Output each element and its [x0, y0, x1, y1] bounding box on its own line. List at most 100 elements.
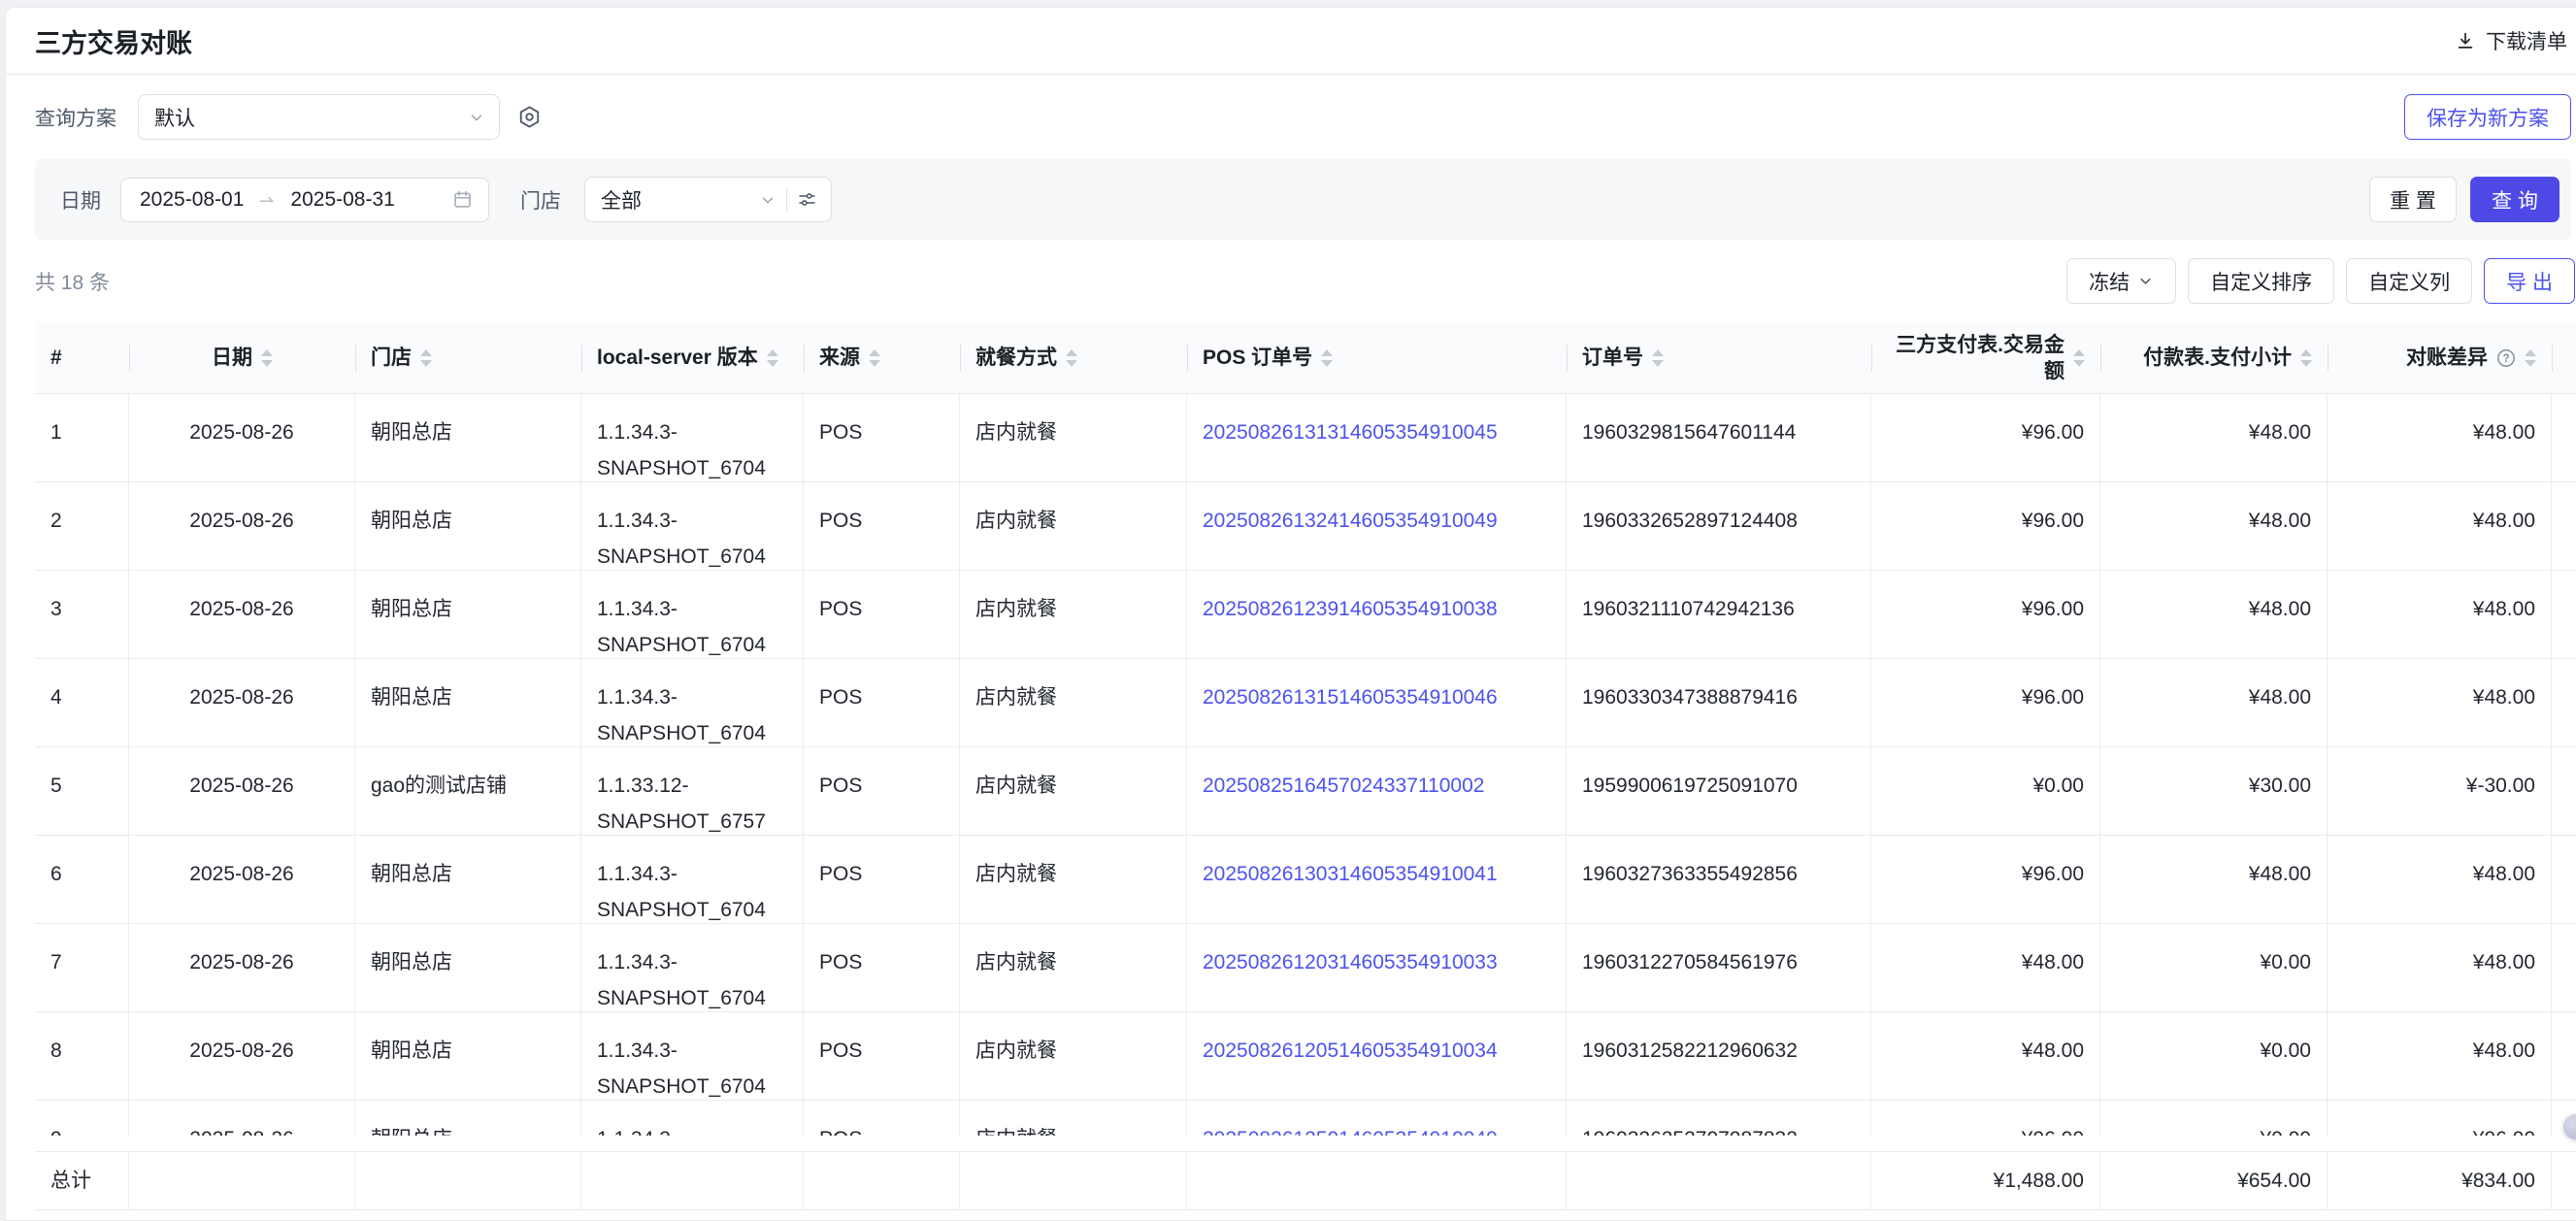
cell-third_party_amount: ¥48.00 — [1871, 1012, 2100, 1100]
column-header-payment_subtotal[interactable]: 付款表.支付小计 — [2100, 322, 2328, 393]
cell-order_no: 1960330347388879416 — [1567, 659, 1871, 746]
cell-payment_subtotal: ¥48.00 — [2100, 836, 2328, 923]
cell-store: gao的测试店铺 — [355, 747, 581, 835]
cell-version: 1.1.34.3-SNAPSHOT_6704 — [581, 836, 804, 923]
cell-payment_subtotal: ¥48.00 — [2100, 482, 2328, 570]
cell-dining: 店内就餐 — [960, 836, 1187, 923]
cell-diff: ¥48.00 — [2328, 394, 2552, 481]
cell-pos_order_no: 20250826131514605354910046 — [1187, 659, 1567, 746]
pos-order-link[interactable]: 20250826131514605354910046 — [1203, 686, 1498, 709]
freeze-button[interactable]: 冻结 — [2066, 258, 2176, 304]
cell-payment_subtotal: ¥30.00 — [2100, 747, 2328, 835]
cell-diff: ¥48.00 — [2328, 836, 2552, 923]
table-body: 12025-08-26朝阳总店1.1.34.3-SNAPSHOT_6704POS… — [35, 394, 2576, 1136]
cell-source: POS — [804, 482, 960, 570]
column-header-third_party_amount[interactable]: 三方支付表.交易金额 — [1871, 322, 2100, 393]
cell-version: 1.1.34.3-SNAPSHOT_6704 — [581, 571, 804, 658]
column-header-version[interactable]: local-server 版本 — [581, 322, 804, 393]
sort-icon[interactable] — [2300, 349, 2312, 367]
cell-index: 5 — [35, 747, 129, 835]
store-select[interactable]: 全部 — [584, 177, 832, 222]
column-header-dining[interactable]: 就餐方式 — [960, 322, 1187, 393]
filter-bar: 日期 2025-08-01 2025-08-31 门店 全部 — [35, 159, 2571, 240]
cell-store: 朝阳总店 — [355, 394, 581, 481]
calendar-icon — [452, 189, 473, 210]
column-header-diff[interactable]: 对账差异? — [2328, 322, 2552, 393]
cell-version: 1.1.34.3-SNAPSHOT_6704 — [581, 659, 804, 746]
total-payment-subtotal: ¥654.00 — [2100, 1152, 2328, 1209]
pos-order-link[interactable]: 20250826123914605354910038 — [1203, 598, 1498, 620]
table-row: 22025-08-26朝阳总店1.1.34.3-SNAPSHOT_6704POS… — [35, 482, 2576, 571]
pos-order-link[interactable]: 20250826130314605354910041 — [1203, 863, 1498, 885]
cell-version: 1.1.34.3-SNAPSHOT_6704 — [581, 1012, 804, 1100]
sort-icon[interactable] — [420, 349, 432, 367]
custom-sort-button[interactable]: 自定义排序 — [2188, 258, 2334, 304]
scheme-select[interactable]: 默认 — [138, 94, 500, 140]
scheme-value: 默认 — [154, 103, 195, 132]
column-header-order_no[interactable]: 订单号 — [1567, 322, 1871, 393]
cell-pos_order_no: 20250826120314605354910033 — [1187, 924, 1567, 1011]
column-header-label: 对账差异 — [2406, 345, 2488, 371]
date-start-value[interactable]: 2025-08-01 — [140, 188, 244, 212]
sort-icon[interactable] — [2073, 349, 2085, 367]
cell-order_no: 1960327363355492856 — [1567, 836, 1871, 923]
download-list-button[interactable]: 下载清单 — [2455, 26, 2567, 55]
date-range-input[interactable]: 2025-08-01 2025-08-31 — [120, 178, 489, 222]
save-scheme-button[interactable]: 保存为新方案 — [2404, 94, 2571, 140]
column-header-store[interactable]: 门店 — [355, 322, 581, 393]
column-header-source[interactable]: 来源 — [804, 322, 960, 393]
column-header-label: # — [50, 345, 62, 371]
cell-version: 1.1.34.3-SNAPSHOT_6704 — [581, 1101, 804, 1136]
pos-order-link[interactable]: 20250826131314605354910045 — [1203, 421, 1498, 444]
column-header-date[interactable]: 日期 — [129, 322, 355, 393]
cell-order_no: 1960312582212960632 — [1567, 1012, 1871, 1100]
pos-order-link[interactable]: 2025082516457024337110002 — [1203, 775, 1484, 797]
cell-third_party_amount: ¥96.00 — [1871, 1101, 2100, 1136]
scheme-label: 查询方案 — [35, 103, 116, 132]
sort-icon[interactable] — [2525, 349, 2536, 367]
cell-pos_order_no: 20250826130314605354910041 — [1187, 836, 1567, 923]
arrow-right-icon — [257, 190, 277, 210]
cell-version: 1.1.34.3-SNAPSHOT_6704 — [581, 394, 804, 481]
gear-icon[interactable] — [517, 105, 542, 129]
cell-source: POS — [804, 394, 960, 481]
cell-source: POS — [804, 747, 960, 835]
help-icon[interactable]: ? — [2496, 348, 2516, 368]
sort-icon[interactable] — [869, 349, 880, 367]
sort-icon[interactable] — [767, 349, 778, 367]
table-row: 92025-08-26朝阳总店1.1.34.3-SNAPSHOT_6704POS… — [35, 1101, 2576, 1136]
column-header-label: 来源 — [819, 345, 860, 371]
reset-button[interactable]: 重 置 — [2369, 177, 2457, 222]
sliders-icon[interactable] — [797, 189, 817, 210]
sort-icon[interactable] — [261, 349, 273, 367]
cell-dining: 店内就餐 — [960, 394, 1187, 481]
pos-order-link[interactable]: 20250826132414605354910049 — [1203, 510, 1498, 532]
cell-source: POS — [804, 1101, 960, 1136]
pos-order-link[interactable]: 20250826125014605354910040 — [1203, 1128, 1498, 1136]
pos-order-link[interactable]: 20250826120514605354910034 — [1203, 1040, 1498, 1062]
cell-store: 朝阳总店 — [355, 571, 581, 658]
cell-diff: ¥48.00 — [2328, 659, 2552, 746]
date-end-value[interactable]: 2025-08-31 — [290, 188, 394, 212]
sort-icon[interactable] — [1652, 349, 1664, 367]
cell-diff: ¥-30.00 — [2328, 747, 2552, 835]
column-header-pos_order_no[interactable]: POS 订单号 — [1187, 322, 1567, 393]
column-header-spacer — [2552, 322, 2576, 393]
cell-diff: ¥48.00 — [2328, 924, 2552, 1011]
cell-diff: ¥48.00 — [2328, 482, 2552, 570]
pos-order-link[interactable]: 20250826120314605354910033 — [1203, 951, 1498, 974]
sort-icon[interactable] — [1321, 349, 1333, 367]
cell-dining: 店内就餐 — [960, 482, 1187, 570]
cell-index: 9 — [35, 1101, 129, 1136]
select-divider — [786, 188, 787, 212]
table-row: 32025-08-26朝阳总店1.1.34.3-SNAPSHOT_6704POS… — [35, 571, 2576, 659]
export-button[interactable]: 导 出 — [2484, 258, 2575, 304]
cell-payment_subtotal: ¥0.00 — [2100, 1012, 2328, 1100]
column-header-label: 就餐方式 — [975, 345, 1057, 371]
sort-icon[interactable] — [1066, 349, 1077, 367]
table-header: # 日期门店local-server 版本来源 就餐方式 POS 订单号订单号三方支付… — [35, 322, 2576, 394]
query-button[interactable]: 查 询 — [2470, 177, 2559, 222]
cell-dining: 店内就餐 — [960, 571, 1187, 658]
custom-columns-button[interactable]: 自定义列 — [2346, 258, 2472, 304]
cell-order_no: 1960326252707987832 — [1567, 1101, 1871, 1136]
